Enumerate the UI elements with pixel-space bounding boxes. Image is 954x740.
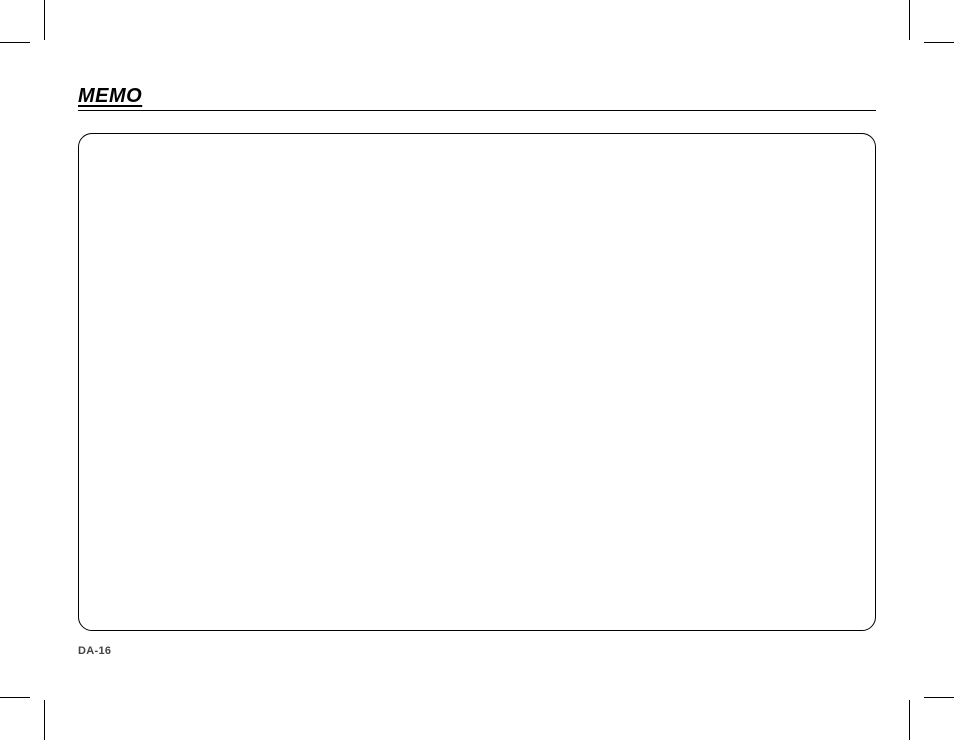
crop-mark [44, 700, 45, 740]
crop-mark [0, 697, 30, 698]
crop-mark [924, 697, 954, 698]
crop-mark [924, 42, 954, 43]
crop-mark [0, 42, 30, 43]
title-container: MEMO [78, 85, 876, 111]
page-title: MEMO [78, 85, 142, 107]
page-content: MEMO DA-16 [78, 85, 876, 685]
crop-mark [909, 0, 910, 40]
crop-mark [44, 0, 45, 40]
page-number: DA-16 [78, 645, 876, 657]
crop-mark [909, 700, 910, 740]
memo-box [78, 133, 876, 631]
